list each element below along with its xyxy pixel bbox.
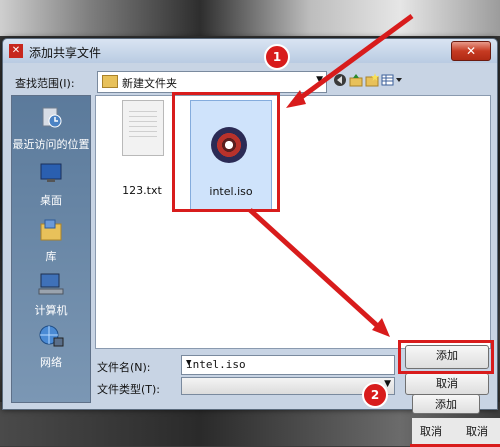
background-add-button[interactable]: 添加: [412, 394, 480, 414]
background-button-bar: 取消 取消: [412, 418, 500, 444]
arrow-step1: [290, 13, 414, 107]
background-cancel-2[interactable]: 取消: [466, 423, 488, 439]
step-badge-1: 1: [264, 44, 290, 70]
annotation-arrows: [248, 13, 414, 337]
arrow-head-step1: [286, 90, 306, 108]
highlight-iso-file: [172, 92, 280, 212]
step-badge-2: 2: [362, 382, 388, 408]
arrow-step2: [248, 208, 384, 332]
background-cancel-1[interactable]: 取消: [420, 423, 442, 439]
highlight-add-button: [398, 340, 494, 374]
